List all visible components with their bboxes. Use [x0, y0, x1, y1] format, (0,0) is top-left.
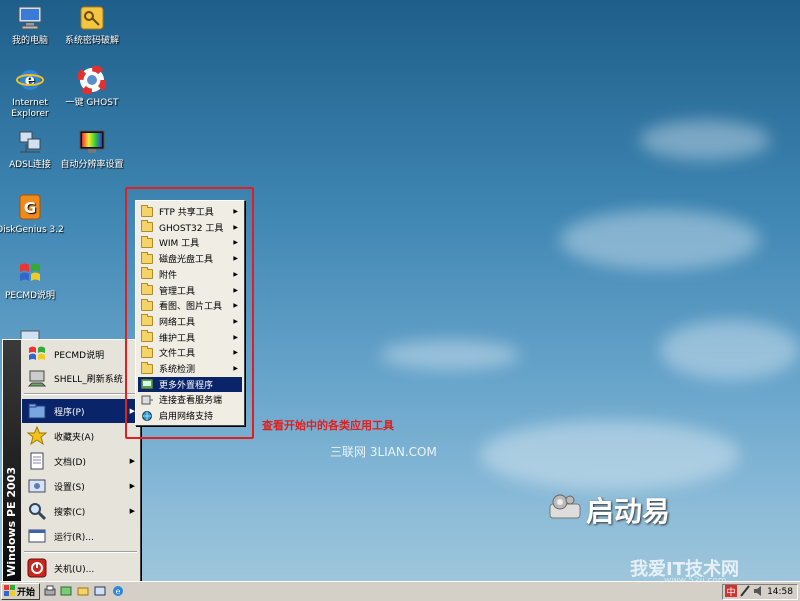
brand-text: 启动易	[586, 495, 671, 528]
input-method-icon[interactable]: 中	[725, 584, 738, 600]
svg-text:中: 中	[727, 586, 736, 597]
svg-text:e: e	[25, 70, 35, 89]
start-menu-banner-text: Windows PE 2003	[5, 467, 18, 577]
run-icon	[26, 525, 48, 547]
search-icon	[26, 500, 48, 522]
clock: 14:58	[767, 587, 793, 597]
start-item-favorites[interactable]: 收藏夹(A)	[22, 424, 139, 448]
desktop-icon-diskgenius[interactable]: G DiskGenius 3.2	[0, 192, 67, 236]
windows-flag-icon	[26, 343, 48, 365]
cloud	[640, 120, 770, 160]
start-item-label: 搜索(C)	[54, 507, 86, 518]
brand-logo: 启动易	[548, 490, 670, 530]
programs-icon	[26, 400, 48, 422]
shell-refresh-icon	[26, 367, 48, 389]
start-button-label: 开始	[17, 588, 36, 598]
windows-flag-icon	[15, 258, 45, 288]
favorites-star-icon	[26, 425, 48, 447]
start-item-search[interactable]: 搜索(C) ▶	[22, 499, 139, 523]
start-item-shell-refresh[interactable]: SHELL_刷新系统	[22, 366, 139, 390]
start-item-label: 运行(R)...	[54, 532, 94, 543]
submenu-arrow-icon: ▶	[129, 482, 135, 490]
start-item-label: PECMD说明	[54, 350, 105, 361]
cloud	[660, 320, 800, 380]
key-icon	[77, 3, 107, 33]
desktop-icon-label: DiskGenius 3.2	[0, 225, 64, 235]
highlight-box	[125, 187, 254, 439]
quicklaunch-ie-icon[interactable]: e	[112, 585, 124, 597]
start-item-run[interactable]: 运行(R)...	[22, 524, 139, 548]
pen-icon[interactable]	[740, 584, 750, 600]
gear-icon	[548, 492, 582, 529]
start-button[interactable]: 开始	[1, 583, 40, 600]
desktop-icon-label: 一键 GHOST	[65, 98, 119, 108]
diskgenius-icon: G	[15, 192, 45, 222]
submenu-arrow-icon: ▶	[129, 457, 135, 465]
start-menu-banner: Windows PE 2003	[3, 340, 21, 581]
desktop-icon-ghost[interactable]: 一键 GHOST	[55, 65, 129, 109]
quicklaunch-app-icon[interactable]	[60, 585, 72, 597]
quicklaunch-printer-icon[interactable]	[44, 585, 56, 597]
start-menu: Windows PE 2003 PECMD说明 SHELL_刷新系统 程序(P)…	[2, 339, 141, 582]
display-icon	[77, 127, 107, 157]
start-item-label: 关机(U)...	[54, 564, 95, 575]
svg-text:G: G	[24, 199, 36, 217]
network-icon	[15, 127, 45, 157]
annotation-text: 查看开始中的各类应用工具	[262, 419, 394, 432]
system-tray: 中 14:58	[722, 584, 798, 600]
start-item-label: 程序(P)	[54, 407, 85, 418]
volume-icon[interactable]	[753, 585, 763, 600]
quicklaunch-folder-icon[interactable]	[77, 585, 89, 597]
ie-icon: e	[15, 65, 45, 95]
start-item-label: 设置(S)	[54, 482, 85, 493]
settings-icon	[26, 475, 48, 497]
taskbar: 开始 e 中 14:58	[0, 581, 800, 601]
documents-icon	[26, 450, 48, 472]
desktop-icon-label: PECMD说明	[4, 291, 56, 301]
start-item-label: 文档(D)	[54, 457, 86, 468]
desktop-icon-pecmd[interactable]: PECMD说明	[0, 258, 67, 302]
cloud	[480, 420, 740, 490]
cloud	[380, 340, 520, 370]
submenu-arrow-icon: ▶	[129, 507, 135, 515]
windows-flag-icon	[4, 584, 15, 599]
power-icon	[26, 557, 48, 579]
lifebuoy-icon	[77, 65, 107, 95]
cloud	[560, 210, 760, 270]
start-item-programs[interactable]: 程序(P) ▶	[22, 399, 139, 423]
menu-separator	[24, 393, 137, 395]
desktop-icon-resolution[interactable]: 自动分辨率设置	[55, 127, 129, 171]
desktop-icon-label: 系统密码破解	[64, 36, 119, 46]
start-item-label: SHELL_刷新系统	[54, 374, 123, 385]
desktop-icon-password-crack[interactable]: 系统密码破解	[55, 3, 129, 47]
start-item-documents[interactable]: 文档(D) ▶	[22, 449, 139, 473]
start-item-settings[interactable]: 设置(S) ▶	[22, 474, 139, 498]
quicklaunch-explorer-icon[interactable]	[94, 585, 106, 597]
start-item-shutdown[interactable]: 关机(U)...	[22, 556, 139, 580]
svg-text:e: e	[116, 587, 121, 596]
computer-icon	[15, 3, 45, 33]
desktop-icon-label: 自动分辨率设置	[60, 160, 124, 170]
watermark-site: 三联网 3LIAN.COM	[330, 445, 437, 459]
start-item-label: 收藏夹(A)	[54, 432, 95, 443]
start-item-pecmd[interactable]: PECMD说明	[22, 342, 139, 366]
menu-separator	[24, 551, 137, 553]
